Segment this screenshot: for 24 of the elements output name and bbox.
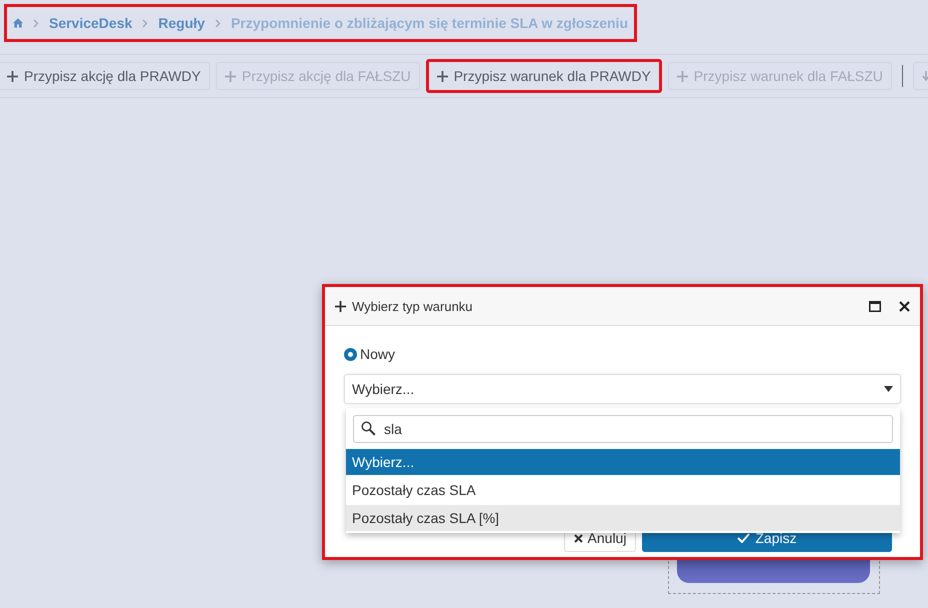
arrow-down-icon [922, 71, 928, 81]
plus-icon [7, 70, 18, 82]
toolbar-button[interactable]: Przypisz akcję dla PRAWDY [0, 62, 210, 90]
dropdown-option[interactable]: Pozostały czas SLA [%] [346, 505, 900, 531]
dropdown-option[interactable]: Pozostały czas SLA [346, 477, 900, 503]
breadcrumb-link[interactable]: Reguły [158, 15, 205, 31]
toolbar-button[interactable]: Przypisz warunek dla PRAWDY [426, 59, 662, 93]
plus-icon [224, 70, 236, 82]
maximize-button[interactable] [869, 300, 881, 312]
breadcrumb-link[interactable]: ServiceDesk [48, 15, 132, 31]
plus-icon [335, 300, 346, 312]
dialog-title: Wybierz typ warunku [352, 298, 474, 314]
caret-icon [884, 386, 893, 392]
dropdown-option[interactable]: Wybierz... [346, 449, 900, 475]
search-field[interactable]: sla [353, 415, 893, 443]
radio-icon[interactable] [344, 348, 357, 360]
plus-icon [676, 70, 688, 82]
home-icon[interactable] [13, 16, 23, 30]
close-icon [574, 534, 583, 542]
plus-icon [436, 70, 448, 82]
radio-label: Nowy [360, 346, 396, 362]
radio-option[interactable]: Nowy [344, 346, 901, 362]
close-button[interactable] [899, 300, 910, 312]
select-field[interactable]: Wybierz... [344, 374, 901, 404]
